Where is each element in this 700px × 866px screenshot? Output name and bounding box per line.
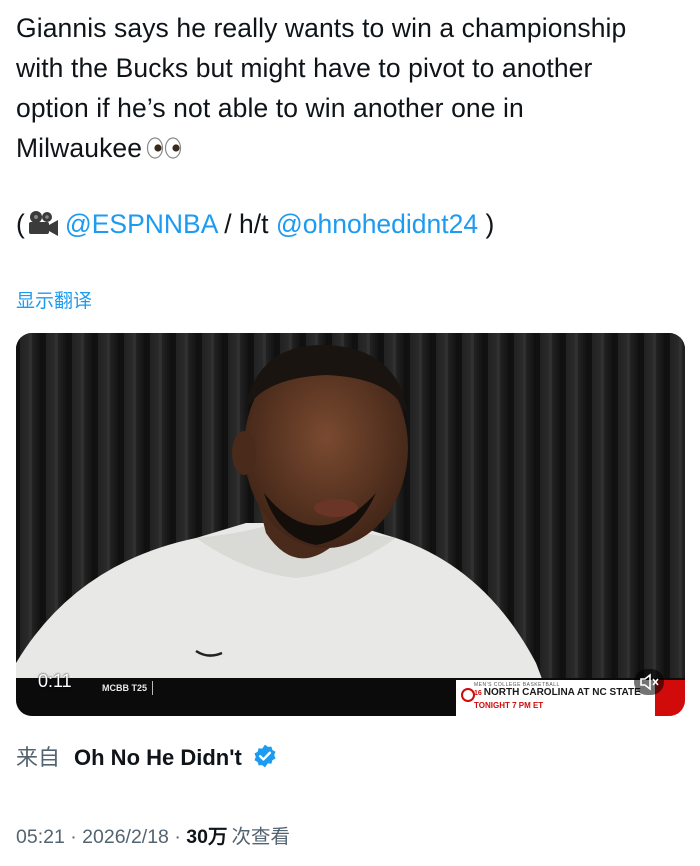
tweet-meta: 05:21 · 2026/2/18 · 30万 次查看 [16, 820, 290, 849]
meta-separator: · [64, 826, 83, 848]
tweet-text-line: with the Bucks but might have to pivot t… [16, 53, 593, 83]
views-label: 次查看 [231, 826, 290, 848]
promo-matchup: 16 NORTH CAROLINA AT NC STATE [474, 687, 641, 698]
source-account-name[interactable]: Oh No He Didn't [74, 745, 242, 770]
credit-separator: / h/t [216, 209, 276, 239]
verified-badge-icon [252, 743, 278, 775]
muted-speaker-icon [640, 673, 659, 691]
ticker-divider [152, 681, 153, 695]
team-logo-icon [461, 688, 475, 702]
tweet-text-line: Giannis says he really wants to win a ch… [16, 13, 627, 43]
tweet-text-word: Milwaukee [16, 133, 143, 163]
credit-close-paren: ) [478, 209, 495, 239]
tweet-time[interactable]: 05:21 [16, 826, 65, 848]
eyes-emoji-icon [146, 131, 182, 171]
mute-button[interactable] [634, 669, 664, 695]
tweet-text: Giannis says he really wants to win a ch… [16, 8, 686, 171]
show-translation-link[interactable]: 显示翻译 [16, 286, 92, 313]
ohnohedidnt24-mention-link[interactable]: @ohnohedidnt24 [276, 209, 478, 239]
video-timecode: 0:11 [38, 671, 72, 691]
source-from-label: 来自 [16, 745, 61, 770]
tweet-text-line: option if he’s not able to win another o… [16, 93, 524, 123]
credit-open-paren: ( [16, 209, 25, 239]
video-credit: ( @ESPNNBA / h/t @ohnohedidnt24 ) [16, 204, 494, 249]
ticker-label: MCBB T25 [102, 683, 148, 693]
tweet-text-line-last: Milwaukee [16, 128, 686, 171]
video-frame [16, 333, 685, 716]
promo-time: TONIGHT 7 PM ET [474, 701, 544, 710]
tweet-date[interactable]: 2026/2/18 [82, 826, 169, 848]
promo-rank: 16 [474, 690, 482, 697]
tweet-source: 来自 Oh No He Didn't [16, 740, 278, 775]
video-player[interactable]: 0:11 MCBB T25 MEN'S COLLEGE BASKETBALL 1… [16, 333, 685, 716]
meta-separator: · [168, 826, 187, 848]
movie-camera-icon [27, 209, 61, 249]
espnnba-mention-link[interactable]: @ESPNNBA [65, 209, 217, 239]
promo-matchup-text: NORTH CAROLINA AT NC STATE [483, 687, 641, 698]
views-count: 30万 [186, 826, 228, 848]
